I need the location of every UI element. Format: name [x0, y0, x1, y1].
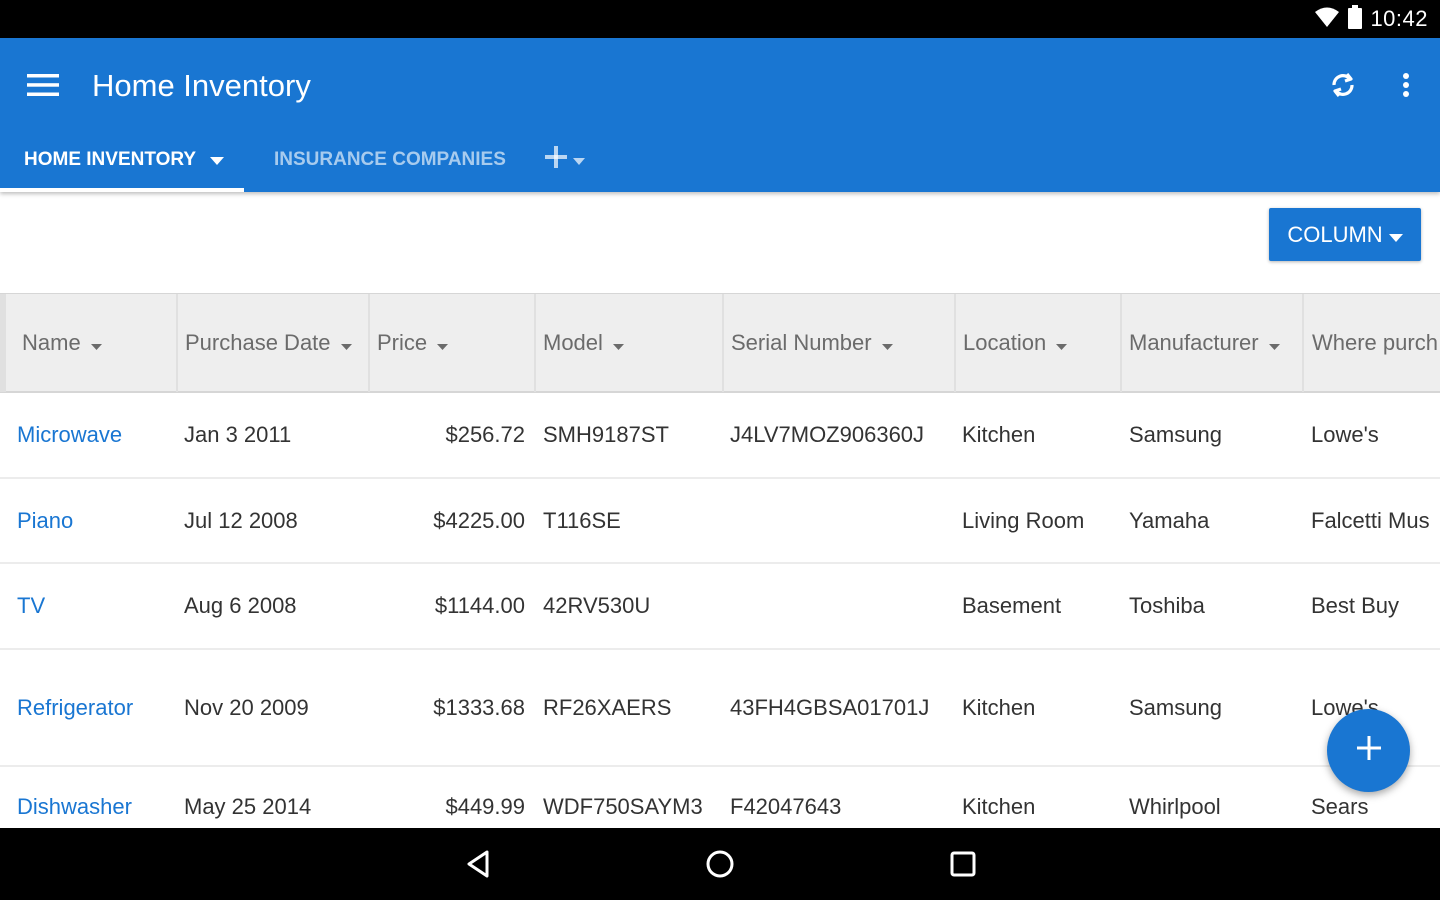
caret-down-icon	[1056, 330, 1068, 356]
where-purchased-cell: Lowe's	[1311, 422, 1379, 447]
column-header-label: Where purch	[1312, 330, 1438, 355]
caret-down-icon	[210, 149, 225, 171]
serial-number-cell: F42047643	[730, 794, 842, 819]
column-header-model[interactable]: Model	[534, 294, 722, 392]
column-header-location[interactable]: Location	[954, 294, 1120, 392]
table-row[interactable]: Piano Jul 12 2008 $4225.00 T116SE Living…	[0, 479, 1440, 564]
add-tab-button[interactable]	[540, 128, 590, 192]
tab-bar: HOME INVENTORY INSURANCE COMPANIES	[0, 128, 1440, 192]
model-cell: 42RV530U	[543, 593, 651, 618]
item-name-link[interactable]: Microwave	[17, 393, 122, 477]
app-title: Home Inventory	[92, 68, 311, 103]
caret-down-icon	[1388, 222, 1403, 248]
model-cell: SMH9187ST	[543, 422, 669, 447]
column-header-serial-number[interactable]: Serial Number	[722, 294, 954, 392]
manufacturer-cell: Yamaha	[1129, 507, 1210, 533]
model-cell: WDF750SAYM3	[543, 794, 703, 819]
column-header-label: Price	[377, 330, 428, 355]
where-purchased-cell: Best Buy	[1311, 593, 1400, 618]
column-header-where-purchased[interactable]: Where purch	[1302, 294, 1440, 392]
more-vert-icon[interactable]	[1392, 66, 1420, 104]
caret-down-icon	[90, 330, 102, 356]
price-cell: $449.99	[445, 794, 525, 819]
serial-number-cell: J4LV7MOZ906360J	[730, 422, 925, 447]
caret-down-icon	[881, 330, 893, 356]
manufacturer-cell: Samsung	[1129, 422, 1222, 447]
column-button[interactable]: COLUMN	[1269, 208, 1421, 261]
tab-home-inventory[interactable]: HOME INVENTORY	[0, 128, 244, 192]
purchase-date-cell: Jul 12 2008	[184, 507, 298, 533]
column-button-label: COLUMN	[1287, 221, 1383, 247]
home-icon[interactable]	[702, 846, 738, 882]
column-header-label: Model	[543, 330, 603, 355]
table-row[interactable]: TV Aug 6 2008 $1144.00 42RV530U Basement…	[0, 564, 1440, 650]
table-row[interactable]: Dishwasher May 25 2014 $449.99 WDF750SAY…	[0, 767, 1440, 828]
status-bar: 10:42	[0, 0, 1440, 38]
location-cell: Kitchen	[962, 422, 1036, 447]
system-nav-bar	[0, 828, 1440, 900]
add-item-fab[interactable]	[1327, 709, 1410, 792]
app-bar: Home Inventory HOME INVENTORY INSURANCE …	[0, 38, 1440, 192]
plus-icon	[545, 146, 567, 174]
price-cell: $1333.68	[433, 694, 525, 720]
manufacturer-cell: Samsung	[1129, 694, 1222, 720]
purchase-date-cell: Jan 3 2011	[184, 422, 292, 447]
price-cell: $1144.00	[434, 593, 525, 618]
column-header-label: Serial Number	[731, 330, 872, 355]
status-icons: 10:42	[1314, 4, 1428, 34]
column-header-label: Location	[963, 330, 1047, 355]
recents-icon[interactable]	[945, 846, 981, 882]
caret-down-icon	[437, 330, 449, 356]
sync-icon[interactable]	[1324, 66, 1362, 104]
table-row[interactable]: Refrigerator Nov 20 2009 $1333.68 RF26XA…	[0, 650, 1440, 767]
battery-icon	[1348, 4, 1363, 34]
purchase-date-cell: May 25 2014	[184, 794, 312, 819]
purchase-date-cell: Aug 6 2008	[184, 593, 297, 618]
column-header-manufacturer[interactable]: Manufacturer	[1120, 294, 1302, 392]
table-row[interactable]: Microwave Jan 3 2011 $256.72 SMH9187ST J…	[0, 393, 1440, 479]
tab-insurance-companies[interactable]: INSURANCE COMPANIES	[244, 128, 506, 192]
tab-indicator	[0, 188, 244, 192]
location-cell: Kitchen	[962, 794, 1036, 819]
table-header: Name Purchase Date Price Model Serial Nu…	[0, 293, 1440, 393]
wifi-icon	[1314, 6, 1340, 33]
menu-icon[interactable]	[26, 68, 60, 102]
location-cell: Living Room	[962, 507, 1085, 533]
manufacturer-cell: Toshiba	[1129, 593, 1205, 618]
tab-label: HOME INVENTORY	[24, 149, 197, 170]
plus-icon	[1356, 736, 1381, 765]
purchase-date-cell: Nov 20 2009	[184, 694, 309, 720]
status-time: 10:42	[1370, 6, 1428, 31]
location-cell: Kitchen	[962, 694, 1036, 720]
column-header-purchase-date[interactable]: Purchase Date	[176, 294, 368, 392]
column-header-label: Purchase Date	[185, 330, 331, 355]
item-name-link[interactable]: Dishwasher	[17, 767, 132, 828]
item-name-link[interactable]: TV	[17, 564, 45, 648]
price-cell: $4225.00	[433, 507, 525, 533]
location-cell: Basement	[962, 593, 1062, 618]
column-header-label: Manufacturer	[1129, 330, 1259, 355]
column-header-label: Name	[22, 330, 81, 355]
item-name-link[interactable]: Refrigerator	[17, 650, 133, 765]
serial-number-cell: 43FH4GBSA01701J	[730, 694, 930, 720]
model-cell: T116SE	[543, 507, 621, 533]
caret-down-icon	[340, 330, 352, 356]
price-cell: $256.72	[445, 422, 525, 447]
caret-down-icon	[612, 330, 624, 356]
column-header-name[interactable]: Name	[0, 294, 176, 392]
caret-down-icon	[573, 149, 585, 171]
caret-down-icon	[1268, 330, 1280, 356]
model-cell: RF26XAERS	[543, 694, 672, 720]
item-name-link[interactable]: Piano	[17, 479, 73, 562]
where-purchased-cell: Falcetti Mus	[1311, 507, 1430, 533]
inventory-table: Name Purchase Date Price Model Serial Nu…	[0, 293, 1440, 828]
tab-label: INSURANCE COMPANIES	[274, 149, 506, 170]
back-icon[interactable]	[460, 846, 496, 882]
manufacturer-cell: Whirlpool	[1129, 794, 1221, 819]
column-header-price[interactable]: Price	[368, 294, 534, 392]
